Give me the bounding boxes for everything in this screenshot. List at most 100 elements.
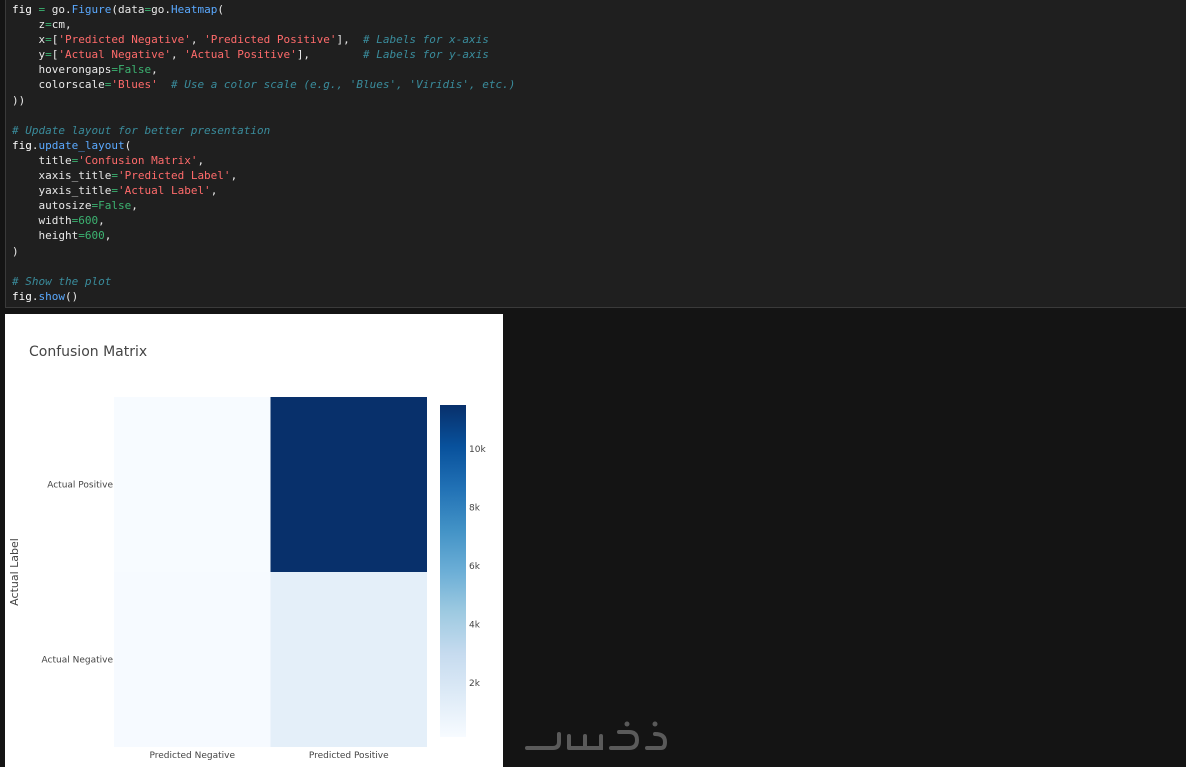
code-token: cm, [51, 18, 72, 32]
heatmap-chart[interactable]: Confusion Matrix Actual Label Predicted … [5, 314, 503, 767]
code-token: , [210, 184, 218, 198]
heatmap-cell[interactable] [270, 397, 428, 572]
code-token: height [12, 229, 79, 243]
code-token: # Update layout for better presentation [12, 123, 271, 137]
code-token: yaxis_title [12, 184, 112, 198]
code-token: # Labels for y-axis [363, 48, 489, 62]
code-token: go. [151, 3, 171, 16]
code-token: 'Actual Positive' [184, 48, 297, 62]
plot-output[interactable]: Confusion Matrix Actual Label Predicted … [5, 314, 503, 767]
code-token: update_layout [38, 138, 125, 152]
code-token: = [45, 33, 52, 47]
code-token: xaxis_title [12, 169, 112, 183]
code-line: xaxis_title='Predicted Label', [12, 168, 515, 183]
code-token: . [31, 289, 39, 303]
code-line: title='Confusion Matrix', [12, 153, 515, 168]
code-line: height=600, [12, 228, 515, 243]
chart-title: Confusion Matrix [29, 344, 147, 360]
heatmap-cell[interactable] [114, 397, 271, 572]
code-token: Figure [71, 3, 112, 16]
x-axis-ticks: Predicted Negative Predicted Positive [150, 751, 390, 761]
code-token: 'Actual Negative' [58, 48, 171, 62]
code-token: , [230, 169, 238, 183]
code-token: = [78, 229, 85, 243]
code-token: fig [12, 3, 32, 16]
code-token: , [104, 229, 112, 243]
code-token: z [12, 18, 46, 32]
code-token: autosize [12, 199, 92, 213]
code-token: ) [12, 244, 19, 258]
code-token: False [98, 199, 132, 213]
code-line: x=['Predicted Negative', 'Predicted Posi… [12, 32, 515, 47]
code-token: fig [12, 289, 32, 303]
code-line: fig.show() [12, 289, 515, 304]
code-token: # Labels for x-axis [363, 33, 489, 47]
x-tick-label: Predicted Negative [150, 751, 236, 761]
code-line: z=cm, [12, 17, 515, 32]
code-token: ], [336, 33, 364, 47]
code-token: = [111, 63, 118, 77]
y-axis-ticks: Actual Negative Actual Positive [42, 481, 114, 666]
code-token: , [170, 48, 185, 62]
code-token: 'Predicted Negative' [58, 33, 191, 47]
code-token: , [190, 33, 205, 47]
code-cell[interactable]: fig = go.Figure(data=go.Heatmap( z=cm, x… [5, 0, 1186, 308]
code-token: 600 [84, 229, 105, 243]
code-token: ( [217, 3, 224, 16]
code-token: 'Predicted Label' [117, 169, 231, 183]
code-token: colorscale [12, 78, 105, 92]
code-line: fig.update_layout( [12, 138, 515, 153]
code-token: , [151, 63, 158, 77]
code-line: # Show the plot [12, 274, 515, 289]
code-line: width=600, [12, 213, 515, 228]
colorbar-tick-label: 8k [469, 503, 481, 513]
code-line: # Update layout for better presentation [12, 123, 515, 138]
code-token: = [45, 48, 52, 62]
x-tick-label: Predicted Positive [309, 751, 389, 761]
code-token: hoverongaps [12, 63, 112, 77]
code-token: go. [45, 3, 72, 16]
y-axis-title: Actual Label [8, 538, 21, 606]
code-token: , [98, 214, 105, 228]
heatmap-cell[interactable] [114, 572, 271, 747]
code-token: ( [124, 138, 132, 152]
code-token: (data [111, 3, 145, 16]
code-token: () [65, 289, 79, 303]
colorbar-tick-label: 10k [469, 445, 486, 455]
code-token: False [117, 63, 152, 77]
code-token: = [111, 169, 118, 183]
code-token: width [12, 214, 72, 228]
colorbar-ticks: 2k 4k 6k 8k 10k [469, 445, 486, 689]
code-token: Heatmap [171, 3, 218, 16]
heatmap-cells [114, 397, 427, 747]
colorbar-tick-label: 6k [469, 562, 481, 572]
code-token: 'Actual Label' [117, 184, 211, 198]
code-token: . [31, 138, 39, 152]
watermark-logo [525, 721, 668, 750]
code-token: x [12, 33, 46, 47]
code-token: 'Blues' [111, 78, 158, 92]
code-token: , [131, 199, 138, 213]
code-line: autosize=False, [12, 198, 515, 213]
code-token: 'Confusion Matrix' [78, 153, 198, 167]
code-editor[interactable]: fig = go.Figure(data=go.Heatmap( z=cm, x… [12, 2, 515, 304]
code-token: 'Predicted Positive' [204, 33, 337, 47]
code-token: title [12, 153, 72, 167]
code-line: fig = go.Figure(data=go.Heatmap( [12, 2, 515, 17]
code-line: y=['Actual Negative', 'Actual Positive']… [12, 47, 515, 62]
code-token: fig [12, 138, 32, 152]
code-line: yaxis_title='Actual Label', [12, 183, 515, 198]
code-line: colorscale='Blues' # Use a color scale (… [12, 77, 515, 92]
colorbar-tick-label: 2k [469, 679, 481, 689]
heatmap-cell[interactable] [270, 572, 428, 747]
colorbar [440, 405, 466, 737]
code-token: y [12, 48, 46, 62]
code-token: show [38, 289, 66, 303]
code-line: hoverongaps=False, [12, 62, 515, 77]
code-token: 600 [78, 214, 99, 228]
code-line: )) [12, 93, 515, 108]
